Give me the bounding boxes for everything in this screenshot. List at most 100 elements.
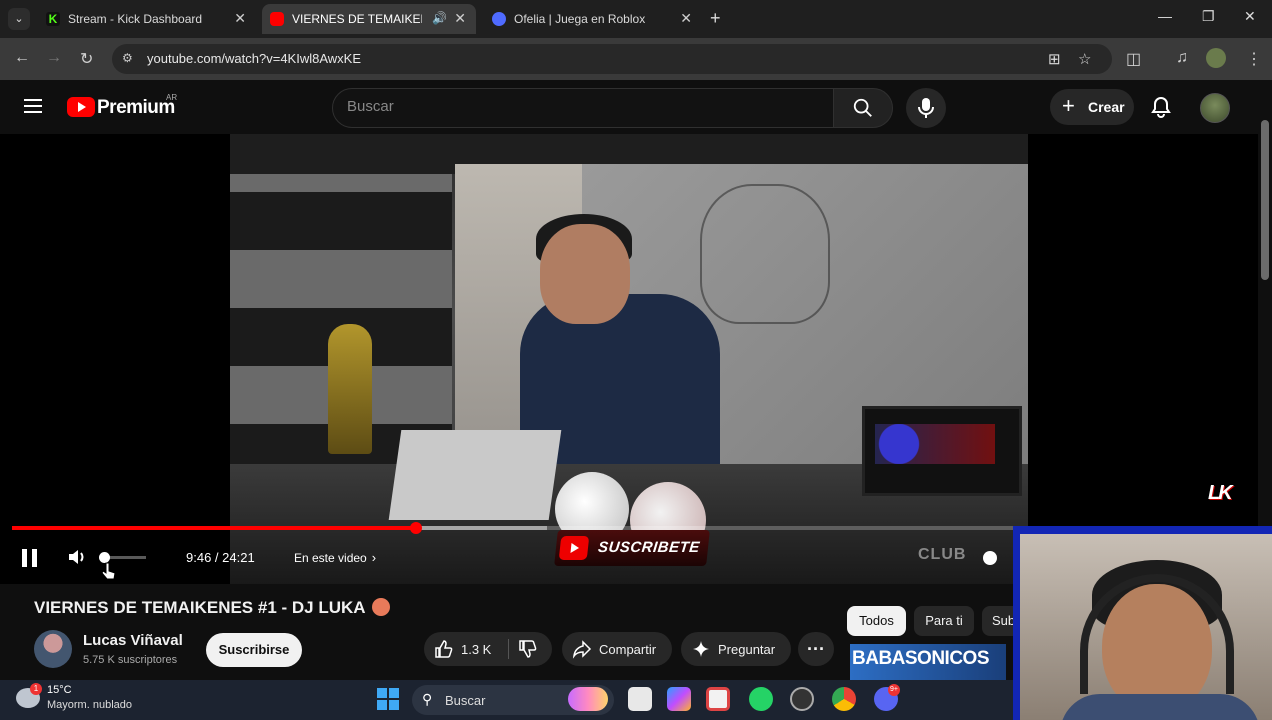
video-player[interactable]: LK 9:46 / 24:21 En este video › SUSCRIBET… [0,134,1258,584]
chapter-label: En este video [294,551,367,565]
like-divider [508,639,509,659]
channel-name[interactable]: Lucas Viñaval [83,632,183,649]
url-text[interactable]: youtube.com/watch?v=4KIwl8AwxKE [147,51,361,66]
new-tab-icon[interactable]: + [710,8,721,29]
create-button[interactable]: + Crear [1050,89,1134,125]
ask-label: Preguntar [718,642,776,657]
tab-kick-dashboard[interactable]: K Stream - Kick Dashboard ✕ [38,4,256,34]
media-control-icon[interactable]: ♫ [1176,49,1188,67]
widget-colorful-icon[interactable] [568,687,608,711]
volume-slider[interactable] [99,552,146,563]
microphone-icon [918,98,934,118]
account-avatar[interactable] [1200,93,1230,123]
tab-youtube-video[interactable]: VIERNES DE TEMAIKENES # 🔊 ✕ [262,4,476,34]
browser-menu-icon[interactable]: ⋮ [1246,49,1262,69]
chevron-right-icon: › [371,550,377,565]
subscribe-overlay-graphic: SUSCRIBETE [554,530,710,566]
discord-icon[interactable]: 9+ [874,684,900,711]
dislike-thumb-icon[interactable] [518,639,538,659]
more-actions-button[interactable]: ··· [798,632,834,666]
browser-toolbar: ← → ↻ ⚙ youtube.com/watch?v=4KIwl8AwxKE … [0,38,1272,80]
install-app-icon[interactable]: ⊞ [1048,50,1061,68]
site-info-icon[interactable]: ⚙ [122,51,138,67]
chrome-icon[interactable] [832,687,856,711]
minimize-icon[interactable]: — [1158,8,1172,24]
whatsapp-icon[interactable] [749,687,773,711]
youtube-premium-label[interactable]: Premium [97,97,175,119]
plus-icon: + [1062,93,1075,118]
bookmark-star-icon[interactable]: ☆ [1078,50,1091,68]
search-button[interactable] [833,88,893,128]
emoji-icon [371,598,390,616]
weather-condition[interactable]: Mayorm. nublado [47,699,132,711]
scrollbar-thumb[interactable] [1261,120,1269,280]
autoplay-toggle-icon[interactable] [983,551,997,565]
ask-button[interactable]: Preguntar [681,632,791,666]
chapter-button[interactable]: En este video › [294,550,376,565]
browser-tab-strip: ⌄ K Stream - Kick Dashboard ✕ VIERNES DE… [0,0,1272,38]
close-tab-icon[interactable]: ✕ [234,10,246,27]
notifications-bell-icon[interactable] [1150,96,1172,118]
progress-bar[interactable] [12,522,1022,534]
close-window-icon[interactable]: ✕ [1244,8,1256,25]
video-frame [230,134,1028,584]
tab-title: Stream - Kick Dashboard [68,12,203,26]
like-thumb-icon[interactable] [434,639,454,659]
profile-avatar[interactable] [1206,48,1226,68]
region-code: AR [166,93,178,102]
recommended-video-thumbnail[interactable]: BABASONICOS [850,644,1006,680]
extensions-icon[interactable]: ◫ [1126,49,1141,69]
kick-icon: K [46,12,60,26]
channel-watermark[interactable]: LK [1208,482,1233,505]
subscriber-count: 5.75 K suscriptores [83,654,178,666]
tab-roblox[interactable]: Ofelia | Juega en Roblox ✕ [484,4,702,34]
progress-scrubber[interactable] [410,522,422,534]
reload-icon[interactable]: ↻ [80,49,93,69]
tab-title: VIERNES DE TEMAIKENES # [292,12,422,26]
like-dislike-group: 1.3 K [424,632,552,666]
youtube-icon [270,12,284,26]
pause-button[interactable] [22,549,38,567]
sparkle-icon [693,641,709,657]
menu-icon[interactable] [24,99,42,113]
voice-search-button[interactable] [906,88,946,128]
weather-alert-badge: 1 [30,683,42,695]
youtube-logo-icon[interactable] [67,97,95,117]
channel-avatar[interactable] [34,630,72,668]
share-label: Compartir [599,642,657,657]
pause-icon [22,549,27,567]
search-icon: ⚲ [422,691,433,707]
search-input[interactable] [347,98,817,115]
search-box [332,88,834,128]
forward-icon[interactable]: → [46,49,62,67]
youtube-header: Premium AR + Crear [0,80,1258,134]
copilot-icon[interactable] [667,687,691,711]
webcam-overlay [1013,526,1272,720]
taskbar-search-label: Buscar [445,693,486,708]
address-bar[interactable]: ⚙ youtube.com/watch?v=4KIwl8AwxKE ⊞ ☆ [112,44,1112,74]
chip-all[interactable]: Todos [847,606,906,636]
task-view-icon[interactable] [628,687,652,711]
video-title: VIERNES DE TEMAIKENES #1 - DJ LUKA [34,598,390,618]
windows-start-icon[interactable] [377,688,399,710]
time-display: 9:46 / 24:21 [186,550,255,565]
close-tab-icon[interactable]: ✕ [680,10,692,27]
corner-logo: CLUB [918,546,967,563]
close-tab-icon[interactable]: ✕ [454,10,466,27]
speaker-audio-icon[interactable]: 🔊 [432,11,447,25]
like-count[interactable]: 1.3 K [461,642,491,657]
restore-icon[interactable]: ❐ [1202,8,1215,25]
overlay-text: SUSCRIBETE [597,539,701,556]
share-button[interactable]: Compartir [562,632,672,666]
chip-for-you[interactable]: Para ti [914,606,974,636]
subscribe-button[interactable]: Suscribirse [206,633,302,667]
recording-app-icon[interactable] [790,687,814,711]
youtube-logo-icon [558,536,590,560]
temperature[interactable]: 15°C [47,684,72,696]
volume-mute-icon[interactable] [66,545,90,569]
thumbnail-text: BABASONICOS [852,648,990,669]
search-icon [853,98,872,117]
tab-search-menu-icon[interactable]: ⌄ [8,8,30,30]
back-icon[interactable]: ← [14,49,30,67]
snipping-tool-icon[interactable] [706,687,730,711]
